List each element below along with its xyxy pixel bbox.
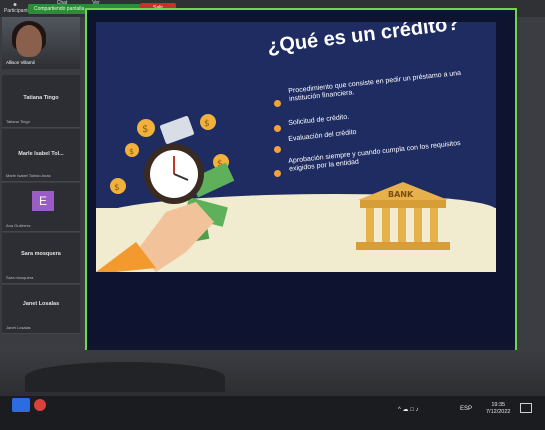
participant-tile-label: Ana Gutiérrez <box>6 223 31 228</box>
participant-tile-name: Janet Losalas <box>22 301 60 307</box>
participant-video[interactable]: Allison Villamil <box>2 17 80 69</box>
slide-title: ¿Qué es un crédito? <box>266 22 461 58</box>
coin-icon: $ <box>125 143 139 157</box>
slide-bullet: Evaluación del crédito <box>288 128 357 143</box>
bullet-dot <box>274 170 281 177</box>
browser-icon[interactable] <box>34 399 46 411</box>
bullet-dot <box>274 146 281 153</box>
slide-bullet: Aprobación siempre y cuando cumpla con l… <box>288 139 461 173</box>
bank-illustration: BANK <box>356 182 450 250</box>
participant-tile-name: Sara mosquera <box>21 251 61 257</box>
notification-icon[interactable] <box>520 403 532 413</box>
start-button[interactable] <box>12 398 30 412</box>
participant-tile-label: Tatiana Tingo <box>6 119 30 124</box>
money-clock-illustration: $ $ $ $ $ $ <box>96 114 235 272</box>
presentation-slide: ¿Qué es un crédito? Procedimiento que co… <box>96 22 496 272</box>
participant-tile-name: Tatiana Tingo <box>23 95 59 101</box>
participant-tile[interactable]: Janet Losalas Janet Losalas <box>2 285 80 334</box>
bullet-dot <box>274 100 281 107</box>
participants-sidebar: Allison Villamil Tatiana Tingo Tatiana T… <box>0 17 83 347</box>
coin-icon: $ <box>137 119 155 137</box>
participant-tile[interactable]: Tatiana Tingo Tatiana Tingo <box>2 75 80 128</box>
bullet-dot <box>274 125 281 132</box>
language-indicator[interactable]: ESP <box>460 406 472 412</box>
participant-avatar: E <box>32 191 54 211</box>
clock-date: 7/12/2022 <box>486 409 511 415</box>
bank-sign: BANK <box>388 190 414 199</box>
wallpaper-tree <box>25 362 225 392</box>
participant-tile-label: Sara mosquera <box>6 275 34 280</box>
coin-icon: $ <box>110 178 126 194</box>
coin-icon: $ <box>200 114 216 130</box>
tray-icons[interactable]: ^ ☁ □ ♪ <box>398 406 418 413</box>
meeting-screen: ☻ Participantes Chat Ver Compartiendo pa… <box>0 0 545 430</box>
svg-text:$: $ <box>114 183 120 193</box>
participant-name: Allison Villamil <box>6 60 35 65</box>
participant-tile-name: Marle Isabel Tol... <box>18 151 64 157</box>
svg-text:$: $ <box>129 147 134 156</box>
participant-tile-label: Janet Losalas <box>6 325 31 330</box>
participant-tile[interactable]: Marle Isabel Tol... Marle Isabel Toledo … <box>2 129 80 182</box>
taskbar <box>0 396 545 430</box>
participant-face <box>16 25 42 57</box>
participant-tile[interactable]: E Ana Gutiérrez <box>2 183 80 232</box>
participant-tile-label: Marle Isabel Toledo Anas <box>6 173 51 178</box>
slide-bullet: Procedimiento que consiste en pedir un p… <box>288 69 462 103</box>
svg-text:$: $ <box>142 124 148 135</box>
participant-tile[interactable]: Sara mosquera Sara mosquera <box>2 233 80 284</box>
participants-button[interactable]: ☻ Participantes <box>4 2 33 14</box>
taskbar-clock[interactable]: 19:35 7/12/2022 <box>486 402 510 416</box>
card-icon <box>160 116 194 144</box>
svg-text:$: $ <box>204 119 210 129</box>
slide-bullet: Solicitud de crédito. <box>288 113 350 127</box>
clock-time: 19:35 <box>491 402 506 408</box>
